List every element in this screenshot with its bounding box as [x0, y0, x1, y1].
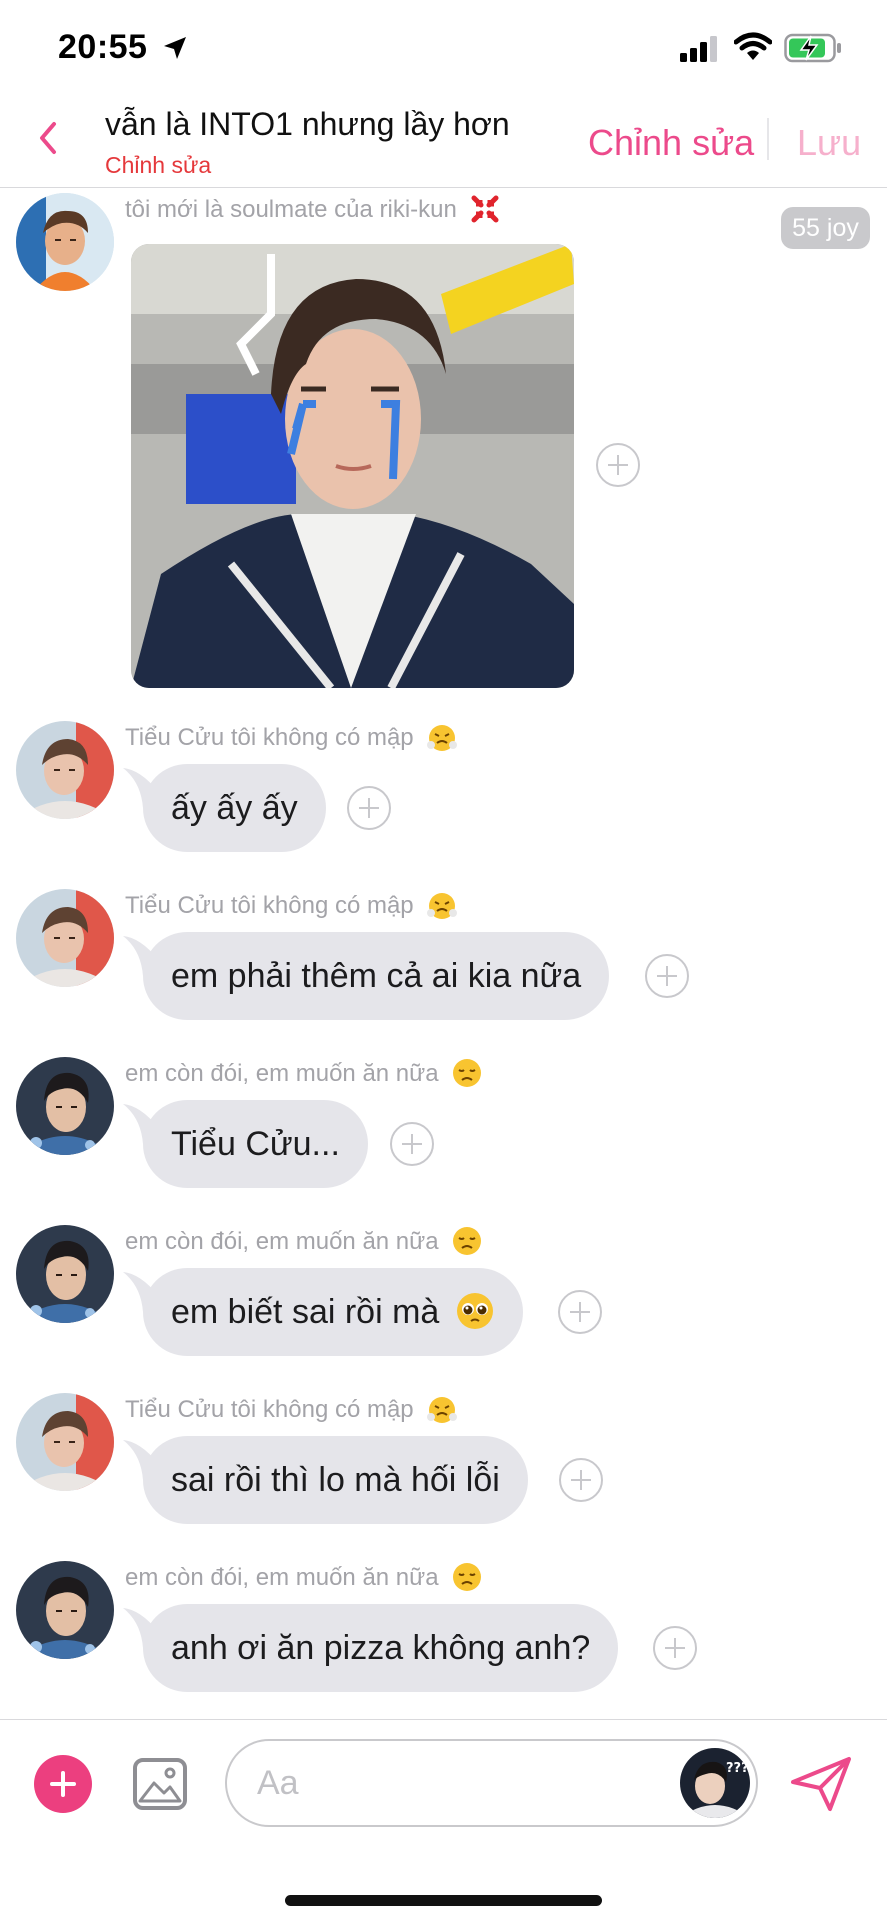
sender-name: em còn đói, em muốn ăn nữa — [125, 1562, 483, 1593]
add-reaction-button[interactable] — [596, 443, 640, 487]
location-arrow-icon — [164, 37, 186, 59]
cellular-signal-icon — [680, 36, 717, 62]
wifi-icon — [734, 32, 772, 60]
disappointed-face-icon — [453, 1562, 482, 1591]
add-reaction-button[interactable] — [347, 786, 391, 830]
add-reaction-button[interactable] — [645, 954, 689, 998]
save-button[interactable]: Lưu — [797, 122, 861, 164]
sender-name: Tiểu Cửu tôi không có mập — [125, 892, 458, 921]
message-bubble[interactable]: ấy ấy ấy — [143, 764, 326, 852]
message-composer: ??? — [0, 1719, 887, 1920]
joy-badge: 55 joy — [781, 207, 870, 249]
avatar: ??? — [680, 1748, 750, 1818]
message-photo[interactable] — [131, 244, 574, 688]
status-bar: 20:55 — [0, 0, 887, 96]
message-bubble[interactable]: anh ơi ăn pizza không anh? — [143, 1604, 619, 1692]
add-reaction-button[interactable] — [653, 1626, 697, 1670]
sender-name: em còn đói, em muốn ăn nữa — [125, 1226, 483, 1257]
sticker-avatar-button[interactable]: ??? — [680, 1748, 750, 1818]
message-input[interactable] — [225, 1739, 758, 1827]
message-bubble[interactable]: sai rồi thì lo mà hối lỗi — [143, 1436, 528, 1524]
sender-name: Tiểu Cửu tôi không có mập — [125, 724, 458, 753]
avatar[interactable] — [16, 889, 114, 987]
message-bubble[interactable]: em biết sai rồi mà — [143, 1268, 523, 1356]
disappointed-face-icon — [453, 1058, 482, 1087]
sender-name: tôi mới là soulmate của riki-kun — [125, 195, 500, 224]
add-reaction-button[interactable] — [390, 1122, 434, 1166]
avatar[interactable] — [16, 193, 114, 291]
chat-title: vẫn là INTO1 nhưng lầy hơn — [105, 106, 510, 142]
anger-symbol-icon — [471, 195, 499, 223]
photo-gallery-icon[interactable] — [132, 1757, 188, 1811]
avatar[interactable] — [16, 721, 114, 819]
add-reaction-button[interactable] — [559, 1458, 603, 1502]
header-divider — [767, 118, 769, 160]
home-indicator — [285, 1895, 602, 1906]
pleading-face-icon — [456, 1293, 493, 1330]
disappointed-face-icon — [453, 1226, 482, 1255]
avatar[interactable] — [16, 1057, 114, 1155]
face-with-steam-icon — [427, 724, 458, 751]
message-bubble[interactable]: em phải thêm cả ai kia nữa — [143, 932, 610, 1020]
back-chevron-icon[interactable] — [30, 114, 66, 162]
face-with-steam-icon — [427, 1396, 458, 1423]
add-reaction-button[interactable] — [558, 1290, 602, 1334]
sender-name: em còn đói, em muốn ăn nữa — [125, 1058, 483, 1089]
message-bubble[interactable]: Tiểu Cửu... — [143, 1100, 368, 1188]
chat-subtitle[interactable]: Chỉnh sửa — [105, 152, 211, 179]
status-time: 20:55 — [58, 28, 148, 66]
battery-charging-icon — [784, 33, 841, 63]
avatar[interactable] — [16, 1393, 114, 1491]
face-with-steam-icon — [427, 892, 458, 919]
send-icon[interactable] — [790, 1756, 852, 1812]
chat-header: vẫn là INTO1 nhưng lầy hơn Chỉnh sửa Chỉ… — [0, 96, 887, 188]
add-attachment-button[interactable] — [34, 1755, 92, 1813]
avatar[interactable] — [16, 1225, 114, 1323]
sender-name: Tiểu Cửu tôi không có mập — [125, 1396, 458, 1425]
avatar[interactable] — [16, 1561, 114, 1659]
edit-button[interactable]: Chỉnh sửa — [588, 122, 754, 164]
